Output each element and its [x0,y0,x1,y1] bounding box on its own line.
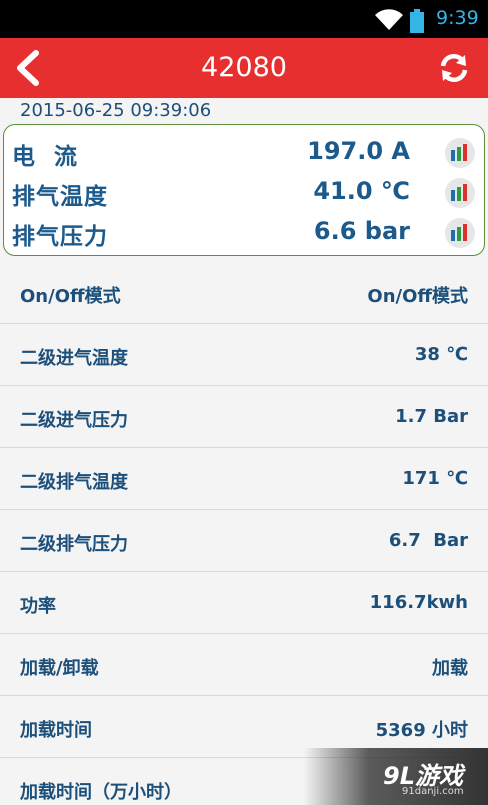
list-item[interactable]: 二级进气压力 1.7 Bar [0,386,488,448]
list-item[interactable]: 加载/卸载 加载 [0,634,488,696]
battery-icon [410,9,424,33]
list-item-key: 加载时间 [20,720,92,741]
list-item-value: 171 ℃ [402,468,468,489]
list-item[interactable]: On/Off模式 On/Off模式 [0,262,488,324]
bar-chart-icon[interactable] [444,217,476,249]
list-item-value: 38 ℃ [414,344,468,365]
list-item-key: On/Off模式 [20,286,121,307]
list-item[interactable]: 二级排气温度 171 ℃ [0,448,488,510]
list-item-value: 6.7 Bar [388,530,468,551]
list-item[interactable]: 二级排气压力 6.7 Bar [0,510,488,572]
summary-value: 41.0 ℃ [313,177,410,205]
summary-value: 6.6 bar [313,217,410,245]
list-item-value: 116.7kwh [369,592,468,613]
watermark-site: 91danji.com [402,786,464,797]
wifi-icon [375,9,403,30]
refresh-icon[interactable] [438,52,470,84]
list-item-key: 功率 [20,596,56,617]
list-item-key: 二级排气温度 [20,472,128,493]
page-title: 42080 [201,52,287,83]
summary-value: 197.0 A [307,137,410,165]
list-item-key: 二级排气压力 [20,534,128,555]
list-item-key: 二级进气压力 [20,410,128,431]
list-item-value: 1.7 Bar [395,406,468,427]
summary-label: 排气温度 [12,184,108,210]
bar-chart-icon[interactable] [444,177,476,209]
list-item[interactable]: 二级进气温度 38 ℃ [0,324,488,386]
update-timestamp: 2015-06-25 09:39:06 [20,100,212,121]
list-item-value: 5369 小时 [375,720,468,741]
list-item[interactable]: 功率 116.7kwh [0,572,488,634]
list-item-key: 加载时间（万小时） [20,782,182,803]
summary-row-discharge-pressure: 排气压力 6.6 bar [4,213,484,253]
status-bar: 9:39 [0,0,488,38]
summary-label: 排气压力 [12,224,108,250]
summary-label: 电 流 [12,144,79,170]
list-item-value: 加载 [432,658,468,679]
list-item-key: 加载/卸载 [20,658,99,679]
status-clock: 9:39 [436,7,479,29]
app-header: 42080 [0,38,488,98]
bar-chart-icon[interactable] [444,137,476,169]
summary-row-discharge-temp: 排气温度 41.0 ℃ [4,173,484,213]
summary-row-current: 电 流 197.0 A [4,133,484,173]
list-item-value: On/Off模式 [367,286,468,307]
summary-card: 电 流 197.0 A 排气温度 41.0 ℃ 排气压力 6.6 bar [3,124,485,256]
list-item-key: 二级进气温度 [20,348,128,369]
